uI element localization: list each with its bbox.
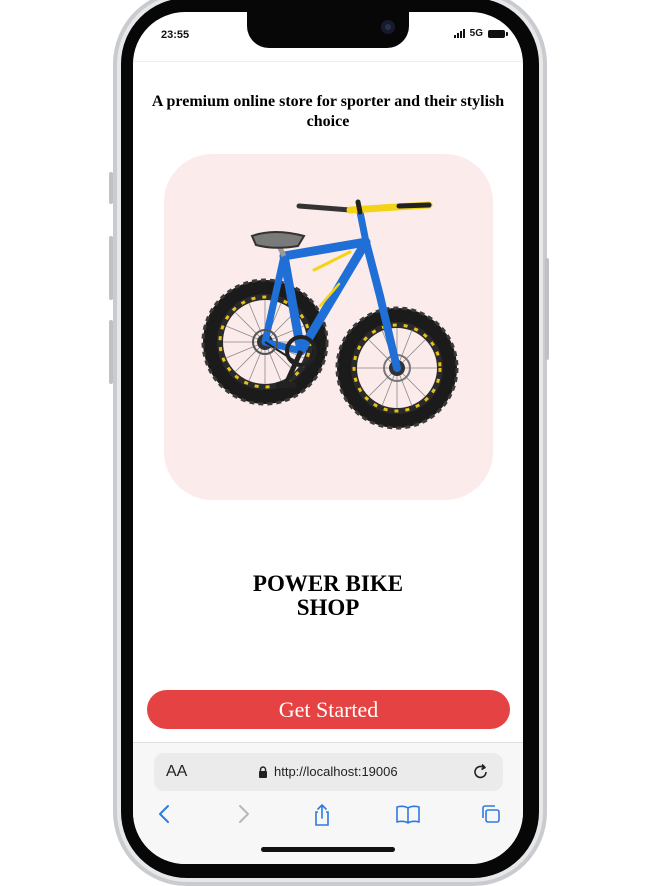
hero-image [164,154,493,500]
back-icon[interactable] [155,803,175,825]
url-display[interactable]: http://localhost:19006 [258,764,398,779]
forward-icon[interactable] [233,803,253,825]
phone-screen: 23:55 5G A premium online store for spor… [133,12,523,864]
text-size-button[interactable]: AA [166,763,187,781]
volume-up-button [109,236,113,300]
header-divider [133,61,523,62]
get-started-button[interactable]: Get Started [147,690,510,729]
home-indicator[interactable] [261,847,395,852]
shop-title-line1: POWER BIKE [252,571,404,596]
volume-down-button [109,320,113,384]
tagline: A premium online store for sporter and t… [151,93,505,130]
bike-handlebar [296,199,433,215]
share-icon[interactable] [311,803,333,827]
status-indicators: 5G [453,28,508,39]
address-bar[interactable]: AA http://localhost:19006 [154,753,503,791]
signal-icon [453,29,465,38]
battery-icon [488,29,508,38]
status-time: 23:55 [161,29,190,41]
reload-icon[interactable] [471,762,491,782]
tabs-icon[interactable] [479,803,503,825]
browser-toolbar: AA http://localhost:19006 [133,742,523,864]
text-size-label: AA [166,763,188,780]
lock-icon [259,765,267,778]
front-camera [381,20,395,34]
mute-switch [109,172,113,204]
shop-title-line2: SHOP [296,595,360,620]
bike-illustration [201,199,459,430]
network-label: 5G [469,28,483,39]
shop-title: POWER BIKE SHOP [133,572,523,620]
bookmarks-icon[interactable] [395,803,421,825]
url-text: http://localhost:19006 [274,764,398,779]
notch [247,12,409,48]
power-button [545,258,549,360]
